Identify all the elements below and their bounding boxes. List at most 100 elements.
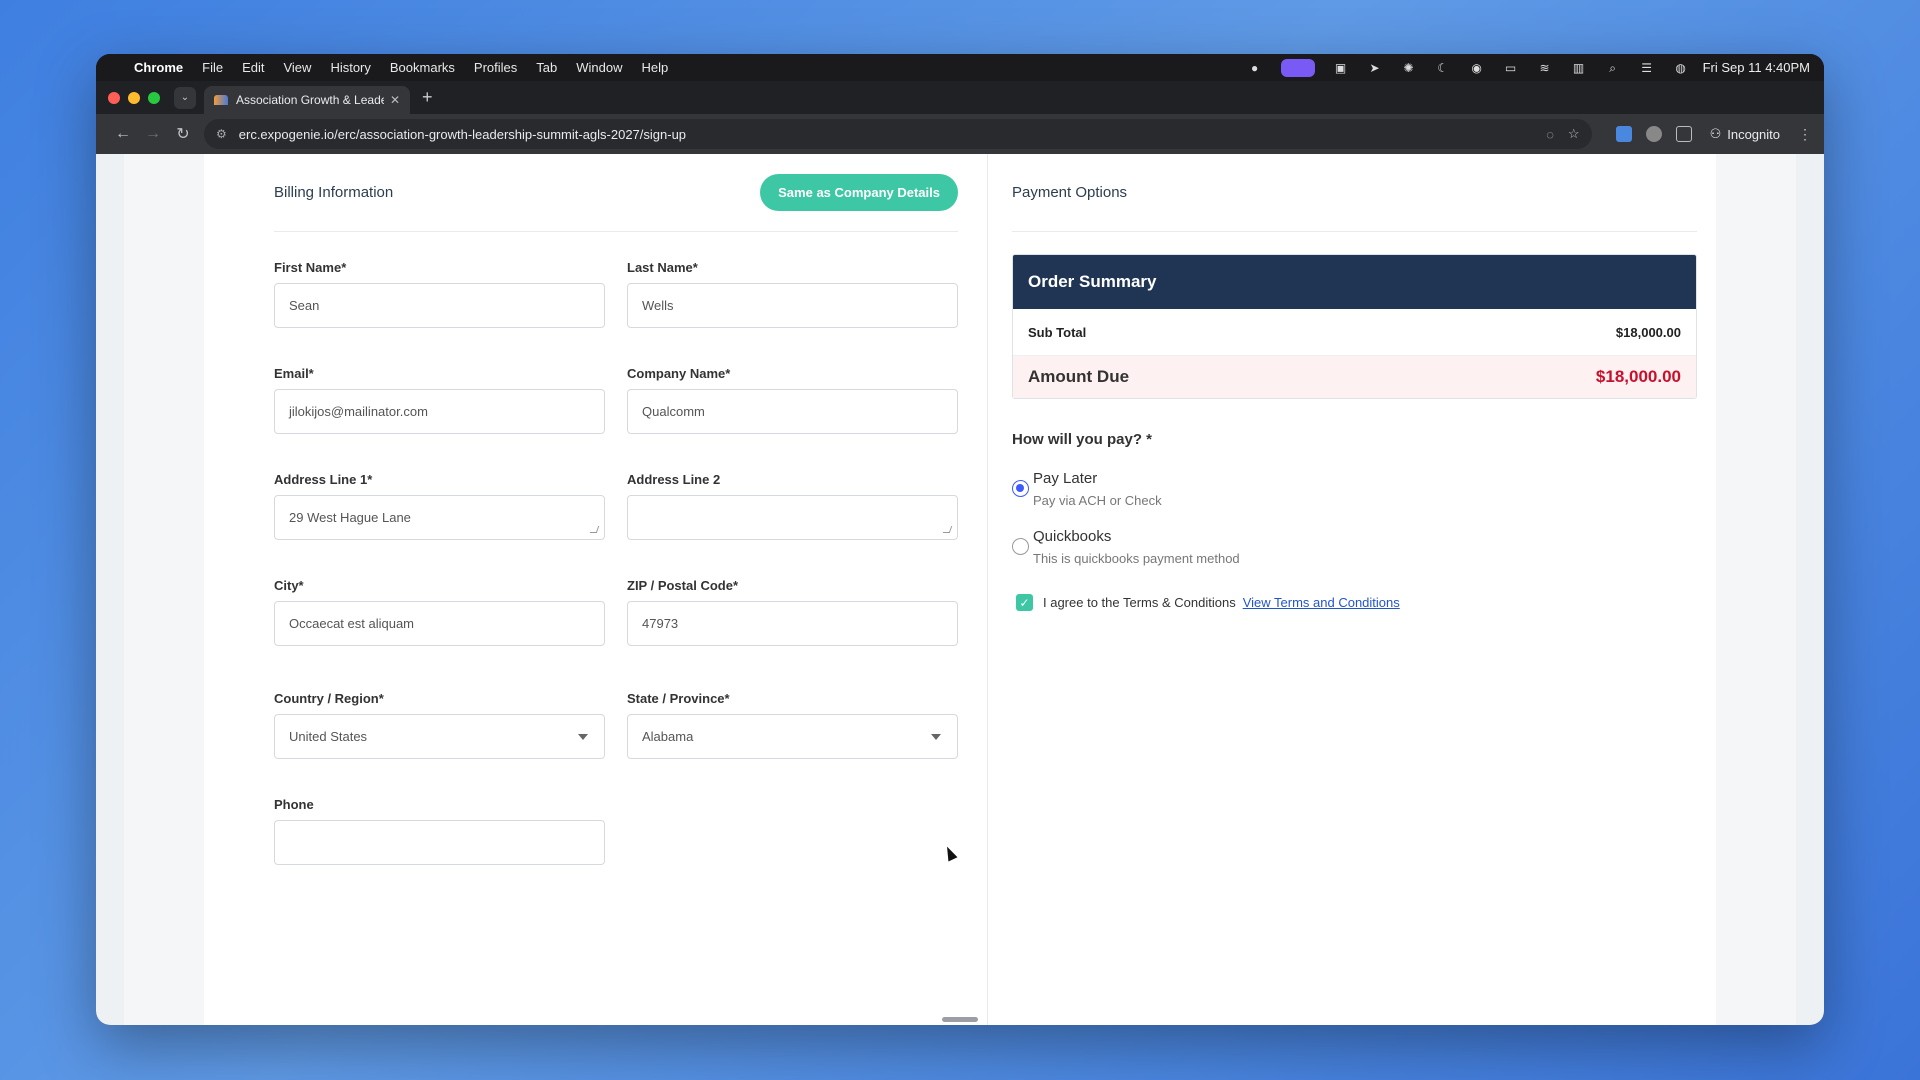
first-name-label: First Name* (274, 260, 347, 275)
sun-icon[interactable]: ✺ (1401, 61, 1417, 75)
incognito-indicator[interactable]: ⚇ Incognito (1710, 126, 1780, 142)
menu-view[interactable]: View (283, 60, 311, 75)
amount-due-row: Amount Due $18,000.00 (1013, 356, 1696, 398)
same-as-company-button[interactable]: Same as Company Details (760, 174, 958, 211)
terms-label: I agree to the Terms & Conditions (1043, 595, 1236, 610)
state-value: Alabama (642, 729, 694, 744)
extension-shield-icon[interactable] (1645, 126, 1662, 142)
new-tab-button[interactable]: + (422, 87, 433, 108)
quickbooks-radio[interactable] (1012, 538, 1029, 555)
phone-field: Phone (274, 797, 605, 903)
calendar-icon[interactable]: ▣ (1333, 61, 1349, 75)
payment-header: Payment Options (1012, 154, 1697, 232)
tab-search-chevron-icon[interactable]: ⌄ (174, 86, 196, 109)
quickbooks-desc: This is quickbooks payment method (1033, 551, 1240, 566)
country-select[interactable]: United States (274, 714, 605, 759)
wifi-icon[interactable]: ≋ (1537, 61, 1553, 75)
address-line-2-field: Address Line 2 (627, 472, 958, 578)
send-icon[interactable]: ➤ (1367, 61, 1383, 75)
menu-window[interactable]: Window (576, 60, 622, 75)
subtotal-label: Sub Total (1028, 324, 1087, 340)
more-options-icon[interactable]: ⋮ (1798, 126, 1812, 143)
scroll-handle[interactable] (942, 1017, 978, 1022)
moon-icon[interactable]: ☾ (1435, 61, 1451, 75)
extension-icon[interactable] (1615, 126, 1632, 142)
zip-field: ZIP / Postal Code* 47973 (627, 578, 958, 691)
menu-help[interactable]: Help (642, 60, 669, 75)
company-name-input[interactable]: Qualcomm (627, 389, 958, 434)
tab-active[interactable]: Association Growth & Leader ✕ (204, 86, 410, 114)
email-input[interactable]: jilokijos@mailinator.com (274, 389, 605, 434)
city-input[interactable]: Occaecat est aliquam (274, 601, 605, 646)
pay-later-text: Pay Later Pay via ACH or Check (1033, 470, 1162, 508)
company-name-label: Company Name* (627, 366, 731, 381)
amount-due-value: $18,000.00 (1595, 367, 1681, 386)
resize-handle-icon[interactable] (942, 526, 953, 533)
bookmark-star-icon[interactable]: ☆ (1568, 126, 1580, 142)
subtotal-row: Sub Total $18,000.00 (1013, 309, 1696, 356)
back-arrow-icon[interactable]: ← (108, 125, 138, 143)
eye-off-icon[interactable]: ◌ (1546, 127, 1554, 142)
view-terms-link[interactable]: View Terms and Conditions (1243, 595, 1400, 610)
menubar-clock[interactable]: Fri Sep 11 4:40PM (1703, 60, 1810, 75)
subtotal-value: $18,000.00 (1615, 324, 1681, 340)
microphone-icon[interactable]: ● (1247, 61, 1263, 75)
tab-title: Association Growth & Leader (236, 93, 384, 107)
pay-later-option[interactable]: Pay Later Pay via ACH or Check (1012, 470, 1697, 508)
last-name-field: Last Name* Wells (627, 260, 958, 366)
menu-file[interactable]: File (202, 60, 223, 75)
zip-input[interactable]: 47973 (627, 601, 958, 646)
battery-icon[interactable]: ▭ (1503, 61, 1519, 75)
siri-icon[interactable]: ◍ (1673, 61, 1689, 75)
site-info-icon[interactable]: ⚙ (216, 127, 227, 141)
menu-profiles[interactable]: Profiles (474, 60, 517, 75)
menu-edit[interactable]: Edit (242, 60, 264, 75)
first-name-field: First Name* Sean (274, 260, 605, 366)
extensions-puzzle-icon[interactable] (1675, 126, 1692, 142)
menu-app-name[interactable]: Chrome (134, 60, 183, 75)
mac-menu-bar: Chrome File Edit View History Bookmarks … (96, 54, 1824, 81)
billing-title: Billing Information (274, 184, 394, 201)
pay-later-radio[interactable] (1012, 480, 1029, 497)
chevron-down-icon (931, 734, 941, 740)
close-tab-icon[interactable]: ✕ (390, 93, 400, 107)
payment-title: Payment Options (1012, 184, 1128, 201)
forward-arrow-icon[interactable]: → (138, 125, 168, 143)
tab-strip: ⌄ Association Growth & Leader ✕ + (96, 81, 1824, 114)
menu-bookmarks[interactable]: Bookmarks (390, 60, 455, 75)
control-center-icon[interactable]: ☰ (1639, 61, 1655, 75)
screen-share-icon[interactable] (1280, 58, 1315, 77)
page-background: Billing Information Same as Company Deta… (124, 154, 1796, 1025)
country-label: Country / Region* (274, 691, 384, 706)
pay-later-desc: Pay via ACH or Check (1033, 493, 1162, 508)
maximize-window-button[interactable] (148, 91, 160, 104)
payment-method-question: How will you pay? * (1012, 431, 1153, 448)
state-select[interactable]: Alabama (627, 714, 958, 759)
phone-input[interactable] (274, 820, 605, 865)
last-name-input[interactable]: Wells (627, 283, 958, 328)
address-bar[interactable]: ⚙ erc.expogenie.io/erc/association-growt… (204, 119, 1592, 149)
state-label: State / Province* (627, 691, 730, 706)
address-line-2-textarea[interactable] (627, 495, 958, 540)
address-line-1-field: Address Line 1* 29 West Hague Lane (274, 472, 605, 578)
phone-label: Phone (274, 797, 314, 812)
quickbooks-option[interactable]: Quickbooks This is quickbooks payment me… (1012, 528, 1697, 566)
menu-history[interactable]: History (330, 60, 370, 75)
minimize-window-button[interactable] (128, 91, 140, 104)
stats-icon[interactable]: ▥ (1571, 61, 1587, 75)
quickbooks-title: Quickbooks (1033, 528, 1112, 545)
play-icon[interactable]: ◉ (1469, 61, 1485, 75)
close-window-button[interactable] (108, 91, 120, 104)
terms-checkbox[interactable]: ✓ (1016, 594, 1033, 611)
address-line-1-textarea[interactable]: 29 West Hague Lane (274, 495, 605, 540)
first-name-input[interactable]: Sean (274, 283, 605, 328)
menu-tab[interactable]: Tab (536, 60, 557, 75)
billing-form: First Name* Sean Last Name* Wells Email*… (274, 260, 958, 903)
email-label: Email* (274, 366, 314, 381)
address-line-1-label: Address Line 1* (274, 472, 373, 487)
resize-handle-icon[interactable] (589, 526, 600, 533)
reload-icon[interactable]: ↻ (168, 124, 198, 144)
url-text[interactable]: erc.expogenie.io/erc/association-growth-… (239, 127, 1532, 142)
page-viewport: Billing Information Same as Company Deta… (96, 154, 1824, 1025)
search-icon[interactable]: ⌕ (1605, 61, 1621, 75)
